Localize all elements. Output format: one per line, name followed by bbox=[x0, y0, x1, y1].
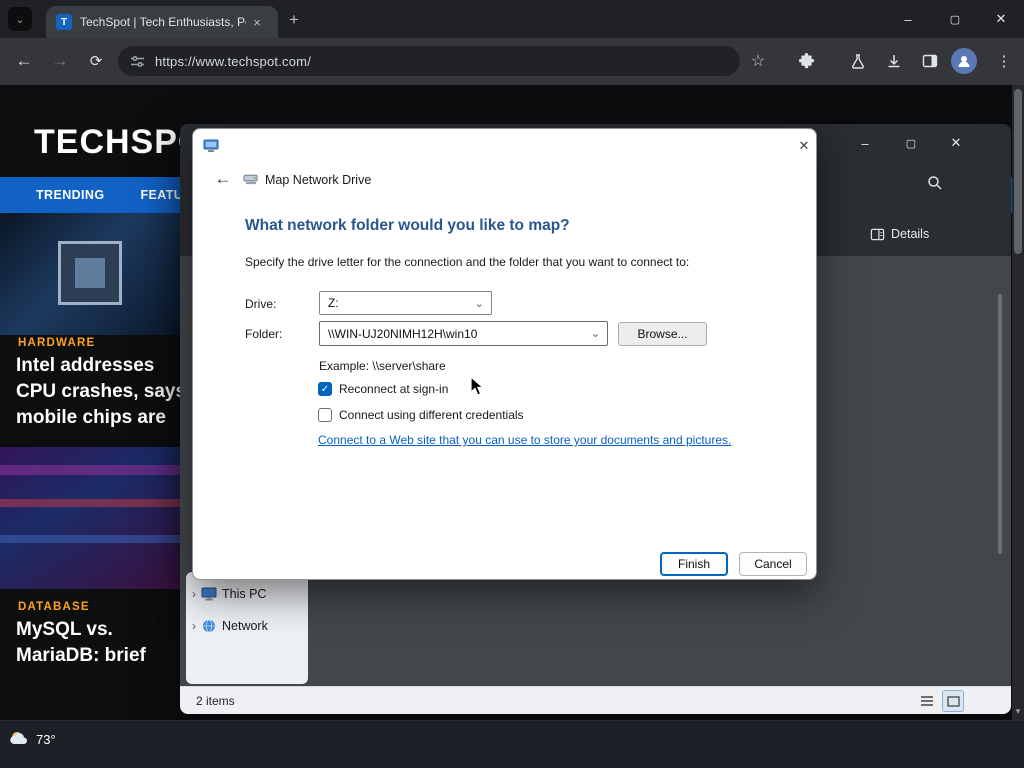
browser-toolbar: ← → ⟳ https://www.techspot.com/ ☆ ⋮ bbox=[0, 38, 1024, 85]
network-icon bbox=[201, 619, 217, 633]
folder-combobox[interactable]: \\WIN-UJ20NIMH12H\win10 ⌄ bbox=[319, 321, 608, 346]
details-button[interactable]: Details bbox=[870, 222, 929, 246]
dialog-title: Map Network Drive bbox=[265, 173, 372, 187]
labs-flask-icon[interactable] bbox=[847, 50, 869, 72]
bookmark-star-icon[interactable]: ☆ bbox=[747, 50, 769, 72]
dialog-app-icon bbox=[203, 138, 219, 154]
tab-search-icon[interactable]: ⌄ bbox=[8, 7, 32, 31]
chevron-down-icon: ⌄ bbox=[15, 13, 25, 26]
navigation-pane: › This PC › Network bbox=[186, 572, 308, 684]
url-text: https://www.techspot.com/ bbox=[155, 53, 312, 69]
browser-maximize-button[interactable]: ▢ bbox=[938, 2, 972, 36]
example-text: Example: \\server\share bbox=[319, 359, 446, 373]
scrollbar-down-icon[interactable]: ▾ bbox=[1012, 703, 1024, 719]
dialog-back-button[interactable]: ← bbox=[209, 165, 237, 193]
download-icon[interactable] bbox=[883, 50, 905, 72]
browse-button[interactable]: Browse... bbox=[618, 322, 707, 346]
finish-button[interactable]: Finish bbox=[660, 552, 728, 576]
dialog-heading: What network folder would you like to ma… bbox=[245, 217, 570, 234]
folder-value: \\WIN-UJ20NIMH12H\win10 bbox=[328, 326, 478, 341]
details-pane-icon bbox=[870, 227, 885, 242]
favicon-letter: T bbox=[60, 16, 68, 28]
sidebar-label: Network bbox=[222, 619, 268, 633]
scrollbar-thumb[interactable] bbox=[1014, 89, 1022, 254]
browser-tab-strip: ⌄ T TechSpot | Tech Enthusiasts, Po × + … bbox=[0, 0, 1024, 38]
sidebar-item-this-pc[interactable]: › This PC bbox=[192, 582, 266, 606]
side-panel-icon[interactable] bbox=[919, 50, 941, 72]
forward-icon[interactable]: → bbox=[46, 47, 74, 75]
profile-avatar[interactable] bbox=[951, 48, 977, 74]
chevron-right-icon[interactable]: › bbox=[192, 587, 196, 601]
favicon: T bbox=[56, 14, 72, 30]
chevron-down-icon[interactable]: ⌄ bbox=[475, 297, 484, 310]
article-category[interactable]: DATABASE bbox=[18, 601, 90, 613]
screen: ⌄ T TechSpot | Tech Enthusiasts, Po × + … bbox=[0, 0, 1024, 768]
temperature-text: 73° bbox=[36, 731, 56, 747]
page-scrollbar[interactable]: ▾ bbox=[1012, 85, 1024, 720]
dialog-description: Specify the drive letter for the connect… bbox=[245, 255, 690, 269]
explorer-close-button[interactable]: ✕ bbox=[939, 126, 973, 160]
tab-title: TechSpot | Tech Enthusiasts, Po bbox=[80, 15, 246, 29]
browser-tab[interactable]: T TechSpot | Tech Enthusiasts, Po × bbox=[46, 6, 278, 38]
taskbar: 73° Y ∧ bbox=[0, 720, 1024, 768]
map-drive-icon bbox=[243, 172, 259, 186]
folder-label: Folder: bbox=[245, 327, 283, 341]
thumbnail-view-icon[interactable] bbox=[942, 690, 964, 712]
sidebar-item-network[interactable]: › Network bbox=[192, 614, 268, 638]
sidebar-label: This PC bbox=[222, 587, 267, 601]
back-icon[interactable]: ← bbox=[10, 47, 38, 75]
tab-close-icon[interactable]: × bbox=[248, 13, 266, 31]
web-storage-link[interactable]: Connect to a Web site that you can use t… bbox=[318, 433, 731, 447]
checkbox-unchecked[interactable] bbox=[318, 408, 332, 422]
weather-widget[interactable]: 73° bbox=[8, 729, 56, 749]
browser-minimize-button[interactable]: – bbox=[891, 2, 925, 36]
reload-icon[interactable]: ⟳ bbox=[82, 47, 110, 75]
article-image-database[interactable] bbox=[0, 447, 181, 589]
items-count: 2 items bbox=[196, 694, 235, 708]
checkbox-checked[interactable]: ✓ bbox=[318, 382, 332, 396]
cancel-button[interactable]: Cancel bbox=[739, 552, 807, 576]
this-pc-icon bbox=[201, 587, 217, 601]
chevron-down-icon[interactable]: ⌄ bbox=[591, 327, 600, 340]
mouse-cursor bbox=[470, 375, 485, 402]
article-headline[interactable]: MySQL vs. MariaDB: brief comparison guid… bbox=[16, 617, 194, 673]
extensions-puzzle-icon[interactable] bbox=[795, 50, 817, 72]
browser-menu-icon[interactable]: ⋮ bbox=[993, 50, 1015, 72]
reconnect-checkbox-row: ✓ Reconnect at sign-in bbox=[318, 382, 448, 396]
article-category[interactable]: HARDWARE bbox=[18, 337, 95, 349]
drive-label: Drive: bbox=[245, 297, 277, 311]
explorer-search-icon[interactable] bbox=[922, 170, 948, 196]
address-bar[interactable]: https://www.techspot.com/ bbox=[118, 46, 740, 76]
drive-value: Z: bbox=[328, 296, 339, 310]
browser-close-button[interactable]: ✕ bbox=[984, 2, 1018, 36]
map-network-drive-dialog: ✕ ← Map Network Drive What network folde… bbox=[192, 128, 817, 580]
explorer-scrollbar[interactable] bbox=[998, 294, 1002, 554]
nav-item-trending[interactable]: TRENDING bbox=[36, 188, 104, 202]
list-view-icon[interactable] bbox=[916, 691, 938, 711]
site-info-icon[interactable] bbox=[130, 54, 145, 69]
chevron-right-icon[interactable]: › bbox=[192, 619, 196, 633]
dialog-close-button[interactable]: ✕ bbox=[791, 134, 817, 158]
credentials-checkbox-row: Connect using different credentials bbox=[318, 408, 524, 422]
explorer-minimize-button[interactable]: – bbox=[848, 126, 882, 160]
explorer-maximize-button[interactable]: ▢ bbox=[894, 126, 928, 160]
weather-icon bbox=[8, 729, 30, 749]
article-image-cpu[interactable] bbox=[0, 213, 181, 335]
explorer-status-bar: 2 items bbox=[180, 686, 1011, 714]
reconnect-label[interactable]: Reconnect at sign-in bbox=[339, 382, 448, 396]
new-tab-button[interactable]: + bbox=[284, 10, 304, 30]
credentials-label[interactable]: Connect using different credentials bbox=[339, 408, 524, 422]
details-label: Details bbox=[891, 227, 930, 241]
article-headline[interactable]: Intel addresses CPU crashes, says mobile… bbox=[16, 353, 194, 433]
drive-dropdown[interactable]: Z: ⌄ bbox=[319, 291, 492, 315]
